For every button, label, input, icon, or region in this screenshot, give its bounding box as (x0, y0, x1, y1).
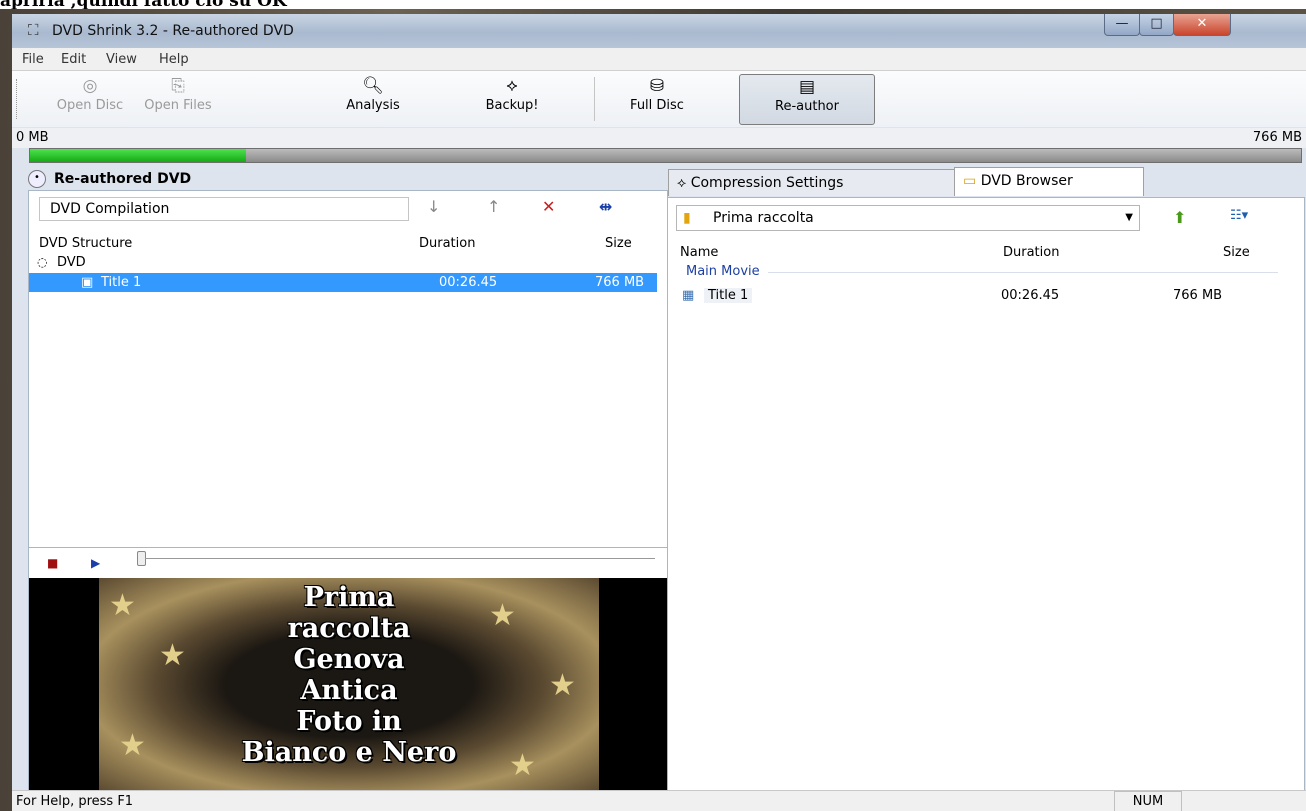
tab-browser-label: DVD Browser (980, 173, 1073, 189)
num-lock-indicator: NUM (1114, 791, 1182, 811)
table-row[interactable]: ▦ Title 1 00:26.45 766 MB (668, 286, 1304, 305)
table-row[interactable]: ▣ Title 1 00:26.45 766 MB (29, 273, 657, 292)
dvd-structure-panel: DVD Compilation ↓ ↑ ✕ ⇹ DVD Structure Du… (28, 190, 668, 548)
structure-column-header: DVD Structure Duration Size (29, 231, 667, 251)
video-text-line: Foto in (296, 706, 402, 737)
move-up-icon[interactable]: ↑ (487, 197, 500, 216)
open-files-button[interactable]: ⎘ Open Files (137, 74, 219, 123)
title-icon: ▦ (682, 288, 695, 303)
left-panel-header: • Re-authored DVD (28, 170, 191, 188)
folder-icon: ▮ (683, 210, 691, 226)
group-divider (768, 272, 1278, 273)
row-name: Title 1 (704, 288, 753, 303)
title-bar[interactable]: ⛶ DVD Shrink 3.2 - Re-authored DVD — □ ✕ (12, 14, 1306, 48)
browser-column-header: Name Duration Size (668, 240, 1304, 260)
delete-icon[interactable]: ✕ (542, 197, 555, 216)
tree-root-label: DVD (57, 255, 86, 270)
col-structure[interactable]: DVD Structure (39, 236, 132, 251)
open-disc-label: Open Disc (56, 98, 124, 113)
dvd-tree-icon: ◌ (37, 255, 48, 269)
disc-stack-icon: ⛁ (649, 76, 665, 96)
video-text-line: Prima (303, 582, 395, 613)
folder-open-icon: ⎘ (171, 76, 185, 96)
size-progress-fill (30, 149, 247, 162)
folder-icon: ▭ (963, 173, 981, 189)
menu-file[interactable]: File (22, 52, 44, 67)
col-duration[interactable]: Duration (1003, 245, 1059, 260)
status-text: For Help, press F1 (16, 794, 134, 809)
video-text-line: Bianco e Nero (241, 737, 457, 768)
split-icon[interactable]: ⇹ (599, 197, 612, 216)
size-max-label: 766 MB (1252, 130, 1302, 145)
title-icon: ▣ (81, 275, 94, 290)
full-disc-label: Full Disc (630, 98, 684, 113)
folder-select-value: Prima raccolta (713, 210, 814, 226)
page-caption: aprirla ,quindi fatto ciò su OK (0, 0, 287, 11)
menu-edit[interactable]: Edit (61, 52, 86, 67)
analysis-label: Analysis (346, 98, 400, 113)
row-duration: 00:26.45 (1001, 288, 1060, 303)
view-options-icon[interactable]: ☷▾ (1230, 208, 1248, 223)
play-icon[interactable]: ▶ (91, 556, 100, 570)
shrink-icon: ⟡ (506, 76, 518, 96)
shrink-icon: ⟡ (677, 175, 691, 191)
group-header: Main Movie (686, 264, 760, 279)
video-title-text: Prima raccolta Genova Antica Foto in Bia… (99, 582, 599, 768)
maximize-button[interactable]: □ (1139, 14, 1174, 36)
status-bar: For Help, press F1 NUM (12, 790, 1306, 811)
col-duration[interactable]: Duration (419, 236, 475, 251)
preview-player: ■ ▶ ★ ★ ★ ★ ★ ★ Prima raccolta Genova An… (28, 547, 668, 792)
compilation-name-input[interactable]: DVD Compilation (39, 197, 409, 221)
analysis-button[interactable]: 🔍︎ Analysis (338, 74, 408, 123)
app-icon: ⛶ (28, 21, 39, 39)
close-button[interactable]: ✕ (1173, 14, 1231, 36)
stop-icon[interactable]: ■ (47, 556, 58, 570)
folder-up-icon[interactable]: ⬆ (1173, 208, 1186, 227)
video-text-line: Antica (300, 675, 398, 706)
tab-compression-settings[interactable]: ⟡ Compression Settings (668, 169, 956, 196)
col-name[interactable]: Name (680, 245, 718, 260)
size-progress-bar (29, 148, 1302, 163)
left-panel-title: Re-authored DVD (54, 171, 192, 187)
tree-root-dvd[interactable]: ◌ DVD (29, 253, 667, 272)
backup-label: Backup! (485, 98, 539, 113)
move-down-icon[interactable]: ↓ (427, 197, 440, 216)
dvd-icon: • (28, 170, 46, 188)
magnifier-icon: 🔍︎ (362, 76, 384, 96)
row-size: 766 MB (595, 275, 645, 290)
col-size[interactable]: Size (605, 236, 632, 251)
menu-bar: File Edit View Help (12, 48, 1306, 71)
menu-help[interactable]: Help (159, 52, 189, 67)
video-preview: ★ ★ ★ ★ ★ ★ Prima raccolta Genova Antica… (29, 578, 667, 791)
toolbar-separator (594, 77, 595, 121)
col-size[interactable]: Size (1223, 245, 1250, 260)
minimize-button[interactable]: — (1104, 14, 1140, 36)
open-files-label: Open Files (144, 98, 212, 113)
toolbar-grip[interactable] (16, 79, 20, 119)
tab-dvd-browser[interactable]: ▭ DVD Browser (954, 167, 1144, 196)
size-min-label: 0 MB (16, 130, 49, 145)
video-text-line: Genova (293, 644, 405, 675)
open-disc-button[interactable]: ◎ Open Disc (52, 74, 128, 123)
full-disc-button[interactable]: ⛁ Full Disc (622, 74, 692, 123)
window-title: DVD Shrink 3.2 - Re-authored DVD (52, 23, 294, 39)
app-window: ⛶ DVD Shrink 3.2 - Re-authored DVD — □ ✕… (12, 14, 1306, 811)
row-duration: 00:26.45 (439, 275, 498, 290)
backup-button[interactable]: ⟡ Backup! (482, 74, 542, 123)
tab-compression-label: Compression Settings (690, 175, 844, 191)
reauthor-label: Re-author (775, 99, 839, 114)
row-size: 766 MB (1173, 288, 1223, 303)
chevron-down-icon: ▼ (1125, 212, 1133, 223)
reauthor-button[interactable]: ▤ Re-author (739, 74, 875, 125)
reauthor-icon: ▤ (798, 77, 816, 97)
row-name: Title 1 (101, 275, 142, 290)
seek-slider-track[interactable] (145, 558, 655, 559)
size-indicator: 0 MB 766 MB (12, 128, 1306, 148)
video-text-line: raccolta (287, 613, 411, 644)
toolbar: ◎ Open Disc ⎘ Open Files 🔍︎ Analysis ⟡ B… (12, 71, 1306, 127)
menu-view[interactable]: View (106, 52, 137, 67)
folder-select[interactable]: ▮ Prima raccolta ▼ (676, 205, 1140, 231)
dvd-browser-panel: ▮ Prima raccolta ▼ ⬆ ☷▾ Name Duration Si… (667, 197, 1305, 792)
disc-icon: ◎ (82, 76, 98, 96)
